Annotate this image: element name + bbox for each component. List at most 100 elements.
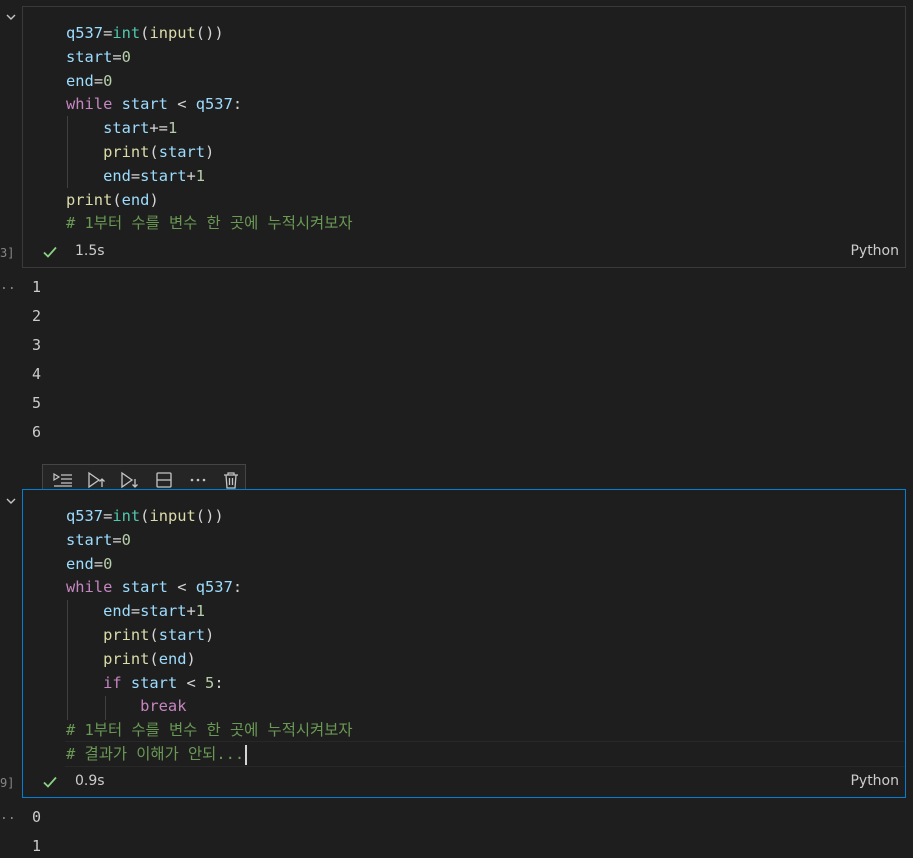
code-token: = [93,71,104,90]
code-token: break [66,697,187,716]
collapse-chevron-icon[interactable] [4,10,18,24]
code-line[interactable]: start+=1 [66,116,177,140]
code-line[interactable]: print(end) [66,188,159,212]
code-token: = [112,47,122,66]
code-token: = [93,554,104,573]
output-line: 3 [32,336,42,354]
code-line[interactable]: break [66,694,186,718]
code-token: = [103,507,113,525]
cell-language-picker[interactable]: Python [850,243,899,259]
code-line[interactable]: while start < q537: [66,575,242,599]
code-token: start [66,47,113,66]
code-token: : [232,578,243,597]
code-line[interactable]: # 1부터 수를 변수 한 곳에 누적시켜보자 [66,718,353,742]
output-marker: .. [0,808,16,823]
code-token: < [177,95,187,114]
code-line[interactable]: # 결과가 이해가 안되... [66,742,248,766]
code-token: < [186,673,196,692]
code-token: print [66,190,113,209]
code-token: 0 [103,554,113,573]
code-token: 5 [195,673,215,692]
code-token: start [140,166,187,185]
code-token: end [121,190,150,209]
output-line: 1 [32,837,42,855]
code-token: end [66,71,94,90]
code-token: ()) [195,507,224,525]
code-token: ( [149,143,159,161]
code-token: : [214,673,224,692]
code-line[interactable]: if start < 5: [66,671,224,695]
code-token: : [232,95,243,114]
code-line[interactable]: print(start) [66,140,214,164]
code-line[interactable]: start=0 [66,528,131,552]
code-token: int [112,507,141,525]
code-token: int [112,24,141,42]
code-token: start [140,602,187,621]
code-token: < [177,578,187,597]
code-token: end [66,166,131,185]
code-line[interactable]: # 1부터 수를 변수 한 곳에 누적시켜보자 [66,211,353,235]
collapse-chevron-icon[interactable] [4,494,18,508]
execution-duration: 1.5s [75,243,105,259]
code-line[interactable]: end=0 [66,69,112,93]
code-token: # 1부터 수를 변수 한 곳에 누적시켜보자 [66,721,353,740]
output-line: 5 [32,394,42,412]
code-line[interactable]: print(start) [66,623,214,647]
code-token: start [121,673,187,692]
code-line[interactable]: start=0 [66,45,131,69]
execution-count: 3] [0,246,15,260]
code-token: if [66,673,122,692]
output-line: 0 [32,808,42,826]
success-check-icon [41,243,59,265]
code-token: 1 [195,602,206,621]
code-token: 0 [121,47,131,66]
code-token: q537 [186,578,233,597]
code-token: ( [112,190,122,209]
code-token: end [158,649,187,668]
code-line[interactable]: end=0 [66,552,112,576]
code-token: q537 [186,95,233,114]
code-cell-1[interactable]: q537=int(input()) start=0 end=0 while start… [22,6,906,268]
code-token: 1 [167,119,178,138]
output-line: 2 [32,307,42,325]
code-token: start [112,578,178,597]
code-token: start [66,530,113,549]
text-cursor [245,744,248,765]
output-line: 4 [32,365,42,383]
code-line[interactable]: q537=int(input()) [66,504,224,528]
code-token: q537 [66,507,104,525]
code-token: ) [205,626,215,644]
code-token: ( [149,649,159,668]
code-token: ) [149,190,159,209]
code-line[interactable]: end=start+1 [66,164,205,188]
code-token: # 1부터 수를 변수 한 곳에 누적시켜보자 [66,214,353,233]
code-token: # 결과가 이해가 안되... [66,745,245,763]
code-token: input [149,507,196,525]
code-token: += [149,119,168,138]
code-line[interactable]: print(end) [66,647,196,671]
cell-status-bar: 1.5s Python [23,237,905,267]
code-token: q537 [66,24,104,42]
code-line[interactable]: while start < q537: [66,92,242,116]
cell-editor[interactable]: q537=int(input()) start=0 end=0 while start… [23,490,905,768]
code-line[interactable]: end=start+1 [66,599,205,623]
code-cell-2[interactable]: q537=int(input()) start=0 end=0 while start… [22,489,906,798]
code-token: = [103,24,113,42]
cell-editor[interactable]: q537=int(input()) start=0 end=0 while start… [23,7,905,239]
output-line: 6 [32,423,42,441]
code-token: start [112,95,178,114]
code-token: while [66,578,113,597]
code-token: start [158,143,206,161]
code-token: ) [205,143,215,161]
code-token: while [66,95,113,114]
code-token: print [66,143,150,161]
code-token: 0 [121,530,131,549]
cell-language-picker[interactable]: Python [850,773,899,789]
code-token: 0 [103,71,113,90]
code-token: print [66,649,150,668]
code-token: = [130,602,141,621]
code-line[interactable]: q537=int(input()) [66,21,224,45]
execution-duration: 0.9s [75,773,105,789]
code-token: start [158,626,206,644]
code-token: input [149,24,196,42]
